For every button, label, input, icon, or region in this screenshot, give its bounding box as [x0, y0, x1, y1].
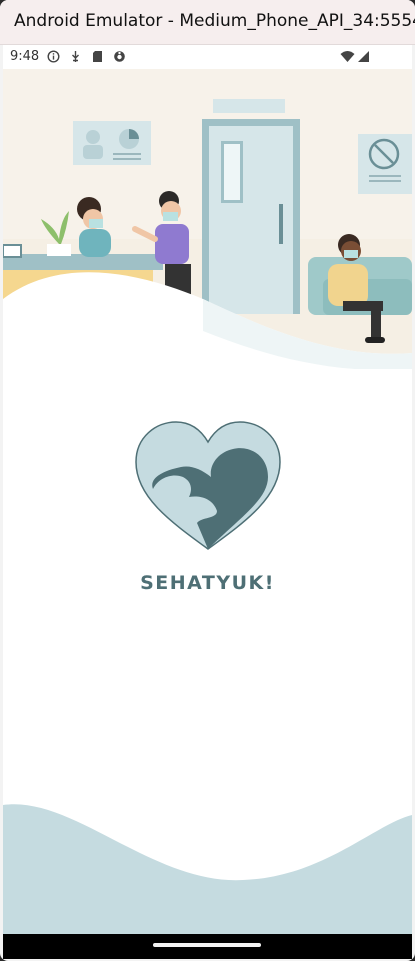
bottom-wave	[3, 804, 412, 935]
navigation-bar	[3, 934, 412, 959]
usb-debug-icon	[72, 51, 79, 62]
title-bar: Android Emulator - Medium_Phone_API_34:5…	[0, 0, 415, 45]
status-time: 9:48	[10, 49, 40, 64]
brand-name: SEHATYUK!	[140, 572, 275, 594]
status-bar: 9:48	[3, 45, 412, 69]
window-title: Android Emulator - Medium_Phone_API_34:5…	[14, 11, 415, 31]
device-screen: 9:48 SEHATYUK!	[3, 45, 412, 959]
info-icon	[47, 50, 60, 63]
signal-icon	[358, 51, 369, 62]
clinic-illustration	[3, 69, 412, 369]
sd-card-icon	[93, 51, 102, 62]
heart-logo-icon	[135, 421, 281, 550]
emulator-window: Android Emulator - Medium_Phone_API_34:5…	[0, 0, 415, 961]
sync-icon	[114, 51, 125, 62]
wifi-icon	[340, 51, 355, 62]
gesture-handle[interactable]	[153, 943, 261, 947]
